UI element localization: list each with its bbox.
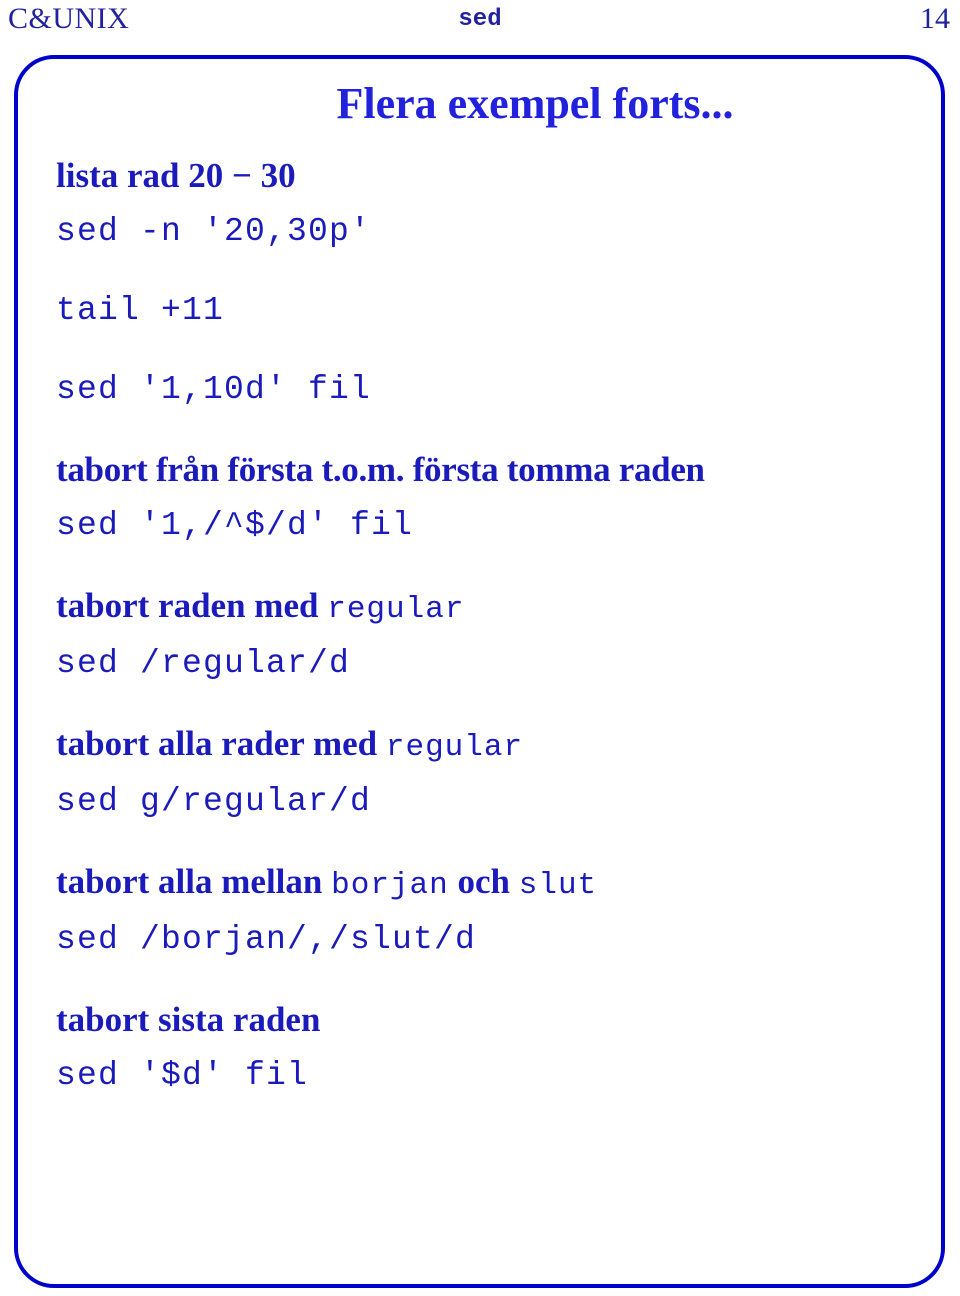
description-text: tabort alla mellan (56, 862, 332, 901)
command-line: sed '1,10d' fil (56, 371, 372, 408)
slide-title: Flera exempel forts... (336, 79, 734, 128)
description-line: tabort alla mellan borjan och slut (56, 864, 936, 901)
command-line: tail +11 (56, 292, 225, 329)
description-text: tabort alla rader med (56, 724, 386, 763)
description-text: och (448, 862, 519, 901)
inline-code-text: regular (385, 730, 524, 765)
description-line: tabort från första t.o.m. första tomma r… (56, 450, 705, 489)
description-line: tabort sista raden (56, 1000, 321, 1039)
description-line: lista rad 20 − 30 (56, 156, 296, 195)
command-line: sed /regular/d (56, 645, 351, 682)
command-line: sed '$d' fil (56, 1057, 309, 1094)
description-line: tabort raden med regular (56, 588, 936, 625)
description-line: tabort alla rader med regular (56, 726, 936, 763)
command-line: sed -n '20,30p' (56, 213, 372, 250)
inline-code-text: regular (327, 592, 465, 627)
description-text: tabort raden med (56, 586, 328, 625)
page-number: 14 (920, 2, 950, 35)
page-header: C&UNIX sed 14 (0, 0, 960, 44)
command-line: sed /borjan/,/slut/d (56, 921, 477, 958)
inline-code-text: slut (518, 868, 598, 903)
slide-body: lista rad 20 − 30 sed -n '20,30p' tail +… (56, 158, 936, 1092)
command-line: sed g/regular/d (56, 783, 372, 820)
inline-code-text: borjan (331, 868, 449, 903)
header-topic-label: sed (458, 6, 502, 33)
command-line: sed '1,/^$/d' fil (56, 507, 414, 544)
